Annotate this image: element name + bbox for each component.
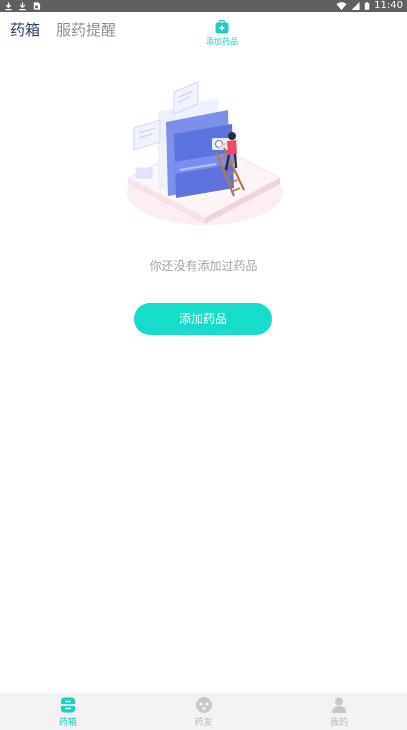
- medicine-box-icon: [60, 697, 75, 712]
- nav-item-medicine-box[interactable]: 药箱: [0, 693, 136, 730]
- nav-label-community: 药友: [194, 717, 213, 728]
- top-tab-bar: 药箱 服药提醒 添加药品: [0, 12, 407, 52]
- add-medicine-top-button[interactable]: 添加药品: [201, 20, 243, 47]
- signal-icon: [351, 1, 360, 11]
- nav-item-profile[interactable]: 我的: [271, 693, 407, 730]
- add-medicine-button[interactable]: 添加药品: [134, 303, 272, 335]
- download-icon: [19, 2, 26, 11]
- download-icon: [5, 2, 12, 11]
- status-bar-right: 11:40: [336, 0, 403, 12]
- bottom-navigation: 药箱 药友 我的: [0, 693, 407, 730]
- tab-medication-reminder[interactable]: 服药提醒: [56, 19, 116, 40]
- empty-state-message: 你还没有添加过药品: [149, 259, 258, 273]
- tab-medicine-box[interactable]: 药箱: [10, 19, 40, 40]
- status-bar-left: [4, 0, 41, 12]
- nav-label-medicine-box: 药箱: [58, 717, 77, 728]
- add-medicine-top-label: 添加药品: [206, 37, 238, 46]
- nav-label-profile: 我的: [330, 717, 349, 728]
- nav-item-community[interactable]: 药友: [136, 693, 272, 730]
- status-bar: 11:40: [0, 0, 407, 12]
- battery-icon: [364, 2, 370, 10]
- empty-medicine-box-illustration: [126, 81, 283, 225]
- wifi-icon: [336, 2, 347, 11]
- status-time: 11:40: [374, 0, 403, 11]
- community-icon: [195, 696, 212, 713]
- profile-icon: [332, 697, 347, 713]
- sim-icon: [33, 2, 41, 10]
- add-medicine-icon: [215, 20, 229, 34]
